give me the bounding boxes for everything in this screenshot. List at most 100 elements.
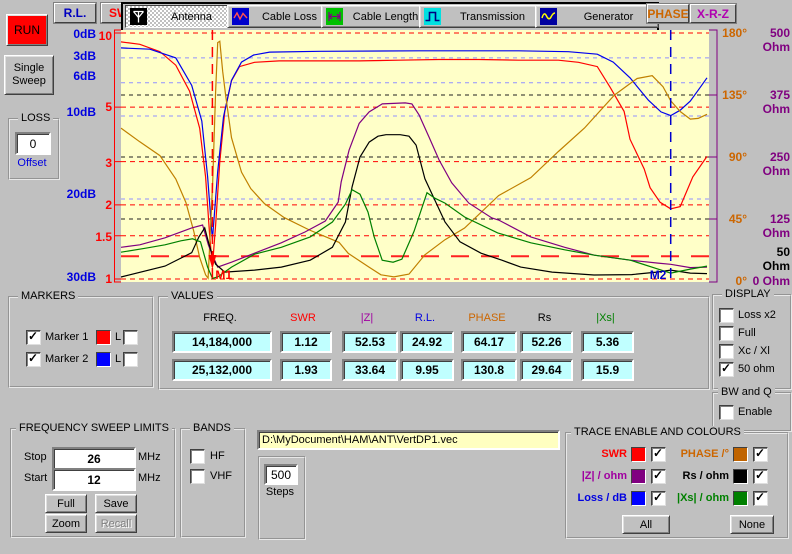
marker-1-checkbox[interactable] [26,330,41,345]
value-rl-m1: 24.92 [400,331,454,353]
trace-swr-label: SWR [569,448,627,460]
generator-mode-label: Generator [563,11,654,23]
trace-rs-swatch[interactable] [733,469,748,484]
sweep-chart[interactable]: M1M2 [113,28,725,286]
display-xc-xl-label: Xc / Xl [738,345,770,357]
trace-swr-checkbox[interactable] [651,447,666,462]
tab-x-r-z[interactable]: X-R-Z [690,4,736,23]
axis-label-0deg-0ohm: 0° 0 Ohm [714,274,790,288]
trace-phase-checkbox[interactable] [753,447,768,462]
marker-2-color-swatch[interactable] [96,352,111,367]
bw-q-enable-label: Enable [738,406,772,418]
hf-band-label: HF [210,450,225,462]
display-group: DISPLAY Loss x2 Full Xc / Xl 50 ohm [712,294,792,390]
axis-label-135deg-375ohm: 135° 375 Ohm [714,88,790,116]
axis-label-180deg-500ohm: 180° 500 Ohm [714,26,790,54]
value-z-m1: 52.53 [342,331,398,353]
deg-label: 45° [714,212,747,240]
trace-xs-swatch[interactable] [733,491,748,506]
value-xs-m1: 5.36 [581,331,634,353]
deg-label: 180° [714,26,747,54]
trace-loss-swatch[interactable] [631,491,646,506]
marker-label-m2: M2 [650,268,667,282]
trace-rs-checkbox[interactable] [753,469,768,484]
stop-frequency-input[interactable]: 26 [52,447,136,470]
loss-offset-input[interactable]: 0 [15,132,51,155]
trace-enable-group: TRACE ENABLE AND COLOURS SWR PHASE /° |Z… [565,432,789,539]
trace-loss-checkbox[interactable] [651,491,666,506]
value-xs-m2: 15.9 [581,359,634,381]
antenna-icon [130,8,147,25]
generator-mode-button[interactable]: Generator [535,5,659,28]
header-swr: SWR [278,312,328,324]
marker-1-l-checkbox[interactable] [123,330,138,345]
trace-xs-checkbox[interactable] [753,491,768,506]
steps-input[interactable]: 500 [264,464,298,485]
loss-group-title: LOSS [18,112,53,124]
generator-icon [540,8,557,25]
value-rl-m2: 9.95 [400,359,454,381]
marker-1-l-label: L [115,331,121,343]
vhf-band-checkbox[interactable] [190,469,205,484]
transmission-mode-label: Transmission [447,11,538,23]
display-group-title: DISPLAY [722,288,774,300]
display-full-label: Full [738,327,756,339]
save-button[interactable]: Save [95,494,137,513]
display-full-checkbox[interactable] [719,326,734,341]
tab-return-loss[interactable]: R.L. [54,3,96,23]
display-loss-x2-checkbox[interactable] [719,308,734,323]
value-freq-m1: 14,184,000 [172,331,272,353]
ohm-label: 0 Ohm [747,274,790,288]
ohm-label: 250 Ohm [747,150,790,178]
stop-unit-label: MHz [138,451,161,463]
values-group: VALUES FREQ. SWR |Z| R.L. PHASE Rs |Xs| … [158,296,710,390]
axis-label-45deg-125ohm: 45° 125 Ohm [714,212,790,240]
axis-label-3db: 3dB [50,49,96,63]
loss-offset-group: LOSS 0 Offset [8,118,60,180]
display-loss-x2-label: Loss x2 [738,309,776,321]
header-rl: R.L. [398,312,452,324]
marker-1-color-swatch[interactable] [96,330,111,345]
ohm-label: 125 Ohm [747,212,790,240]
axis-label-swr-5: 5 [88,100,112,114]
display-50ohm-checkbox[interactable] [719,362,734,377]
ohm-label: 375 Ohm [747,88,790,116]
axis-label-swr-1: 1 [88,272,112,286]
header-freq: FREQ. [170,312,270,324]
tab-phase[interactable]: PHASE [647,4,689,23]
all-traces-button[interactable]: All [622,515,670,534]
no-traces-button[interactable]: None [730,515,774,534]
marker-2-l-checkbox[interactable] [123,352,138,367]
antenna-mode-button[interactable]: Antenna [125,5,235,28]
display-xc-xl-checkbox[interactable] [719,344,734,359]
deg-label: 90° [714,150,747,178]
values-group-title: VALUES [168,290,217,302]
zoom-button[interactable]: Zoom [45,514,87,533]
start-frequency-input[interactable]: 12 [52,468,136,491]
trace-phase-label: PHASE /° [669,448,729,460]
axis-label-6db: 6dB [50,69,96,83]
trace-swr-swatch[interactable] [631,447,646,462]
trace-rs-label: Rs / ohm [669,470,729,482]
trace-z-swatch[interactable] [631,469,646,484]
marker-2-checkbox[interactable] [26,352,41,367]
trace-z-checkbox[interactable] [651,469,666,484]
cable-loss-mode-button[interactable]: Cable Loss [227,5,329,28]
header-xs: |Xs| [579,312,632,324]
vec-file-path-field[interactable]: D:\MyDocument\HAM\ANT\VertDP1.vec [257,430,560,450]
hf-band-checkbox[interactable] [190,449,205,464]
cable-length-icon [326,8,343,25]
sweep-limits-title: FREQUENCY SWEEP LIMITS [16,422,172,434]
cable-length-mode-button[interactable]: Cable Length [321,5,427,28]
full-span-button[interactable]: Full [45,494,87,513]
trace-loss-label: Loss / dB [569,492,627,504]
single-sweep-button[interactable]: Single Sweep [4,55,54,95]
transmission-mode-button[interactable]: Transmission [419,5,543,28]
trace-phase-swatch[interactable] [733,447,748,462]
run-button[interactable]: RUN [6,14,48,46]
bw-q-enable-checkbox[interactable] [719,405,734,420]
value-rs-m2: 29.64 [520,359,573,381]
trace-z-label: |Z| / ohm [569,470,627,482]
marker-1-label: Marker 1 [45,331,88,343]
display-50ohm-label: 50 ohm [738,363,775,375]
